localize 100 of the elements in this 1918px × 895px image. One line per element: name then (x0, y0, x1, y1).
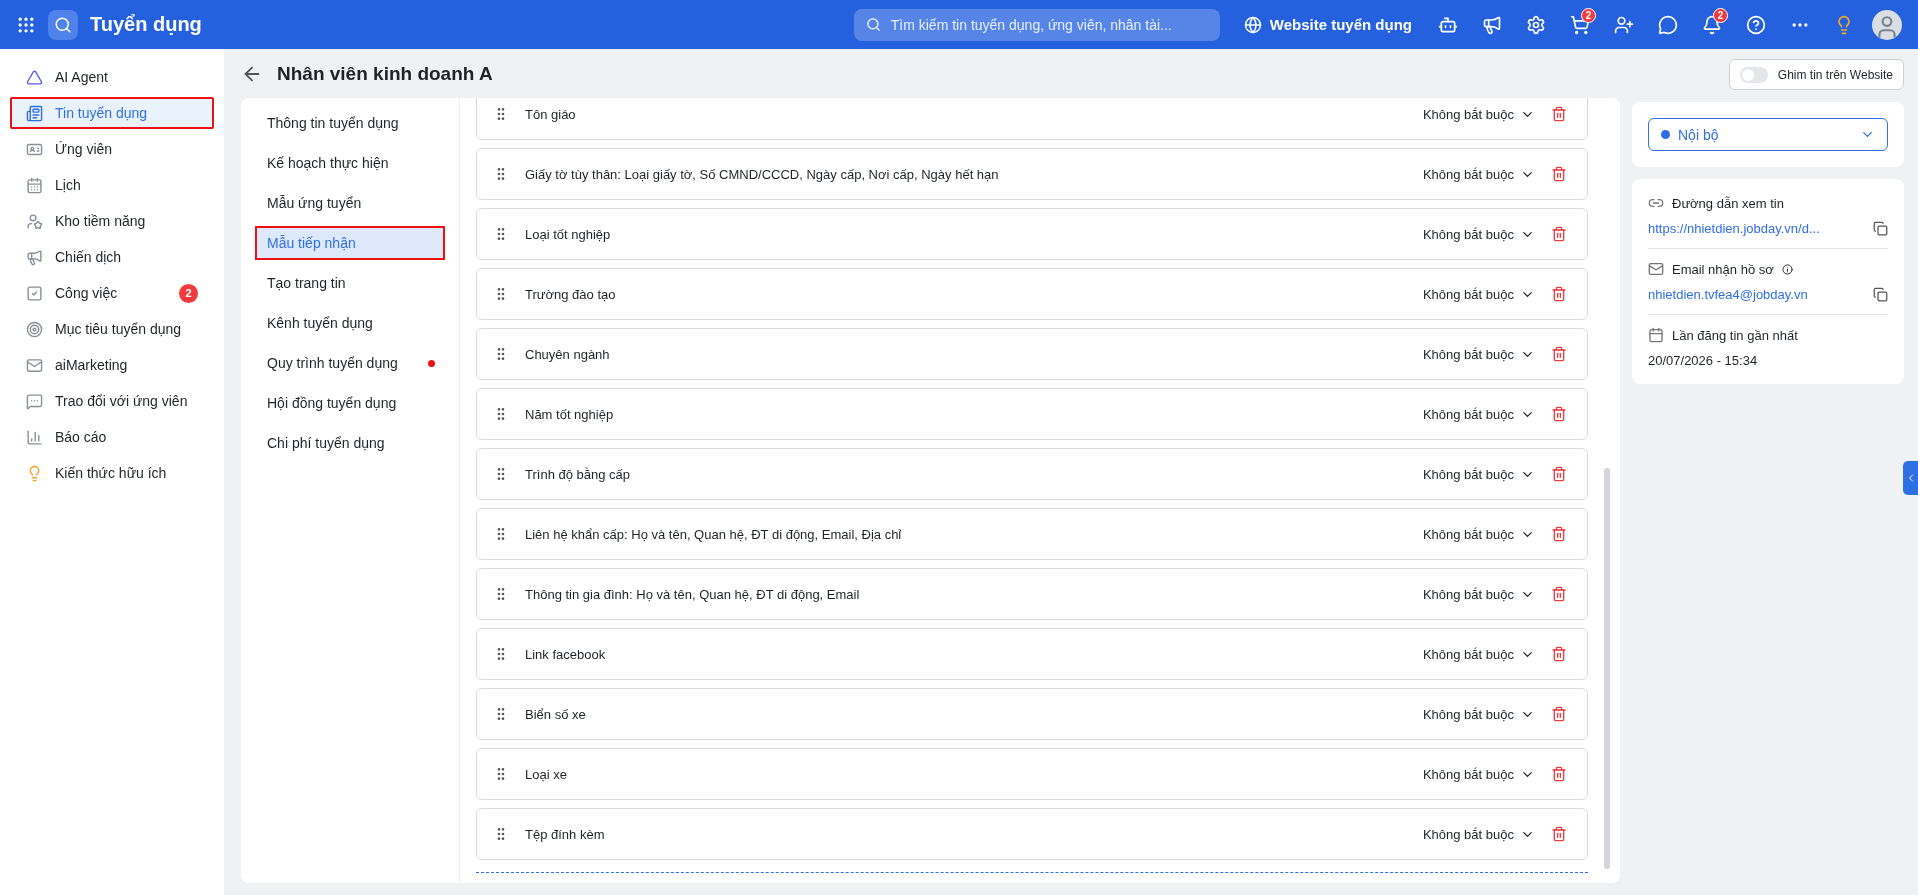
info-label: Lần đăng tin gần nhất (1672, 327, 1798, 343)
field-label: Năm tốt nghiệp (525, 406, 614, 422)
status-dropdown[interactable]: Nội bộ (1648, 118, 1888, 151)
megaphone-icon (26, 248, 43, 266)
requirement-dropdown[interactable]: Không bắt buộc (1422, 646, 1535, 662)
info-icon[interactable] (1781, 263, 1793, 275)
sidebar-item[interactable]: Lịch (10, 169, 214, 201)
requirement-dropdown[interactable]: Không bắt buộc (1422, 226, 1535, 242)
requirement-dropdown[interactable]: Không bắt buộc (1422, 286, 1535, 302)
triangle-logo-icon (26, 68, 43, 86)
field-label: Chuyên ngành (525, 346, 610, 362)
email-link[interactable]: nhietdien.tvfea4@jobday.vn (1648, 287, 1808, 302)
delete-icon[interactable] (1551, 826, 1567, 842)
calendar-icon (1648, 327, 1664, 343)
search-field[interactable]: Tìm kiếm tin tuyển dụng, ứng viên, nhân tài... (853, 8, 1220, 41)
sidebar-item[interactable]: Ứng viên (10, 133, 214, 165)
delete-icon[interactable] (1551, 226, 1567, 242)
sidebar-item[interactable]: Báo cáo (10, 421, 214, 453)
info-label: Email nhận hồ sơ (1672, 261, 1774, 277)
copy-icon[interactable] (1873, 221, 1888, 236)
section-tab[interactable]: Kế hoạch thực hiện (255, 146, 445, 180)
requirement-dropdown[interactable]: Không bắt buộc (1422, 706, 1535, 722)
field-label: Loại tốt nghiệp (525, 226, 611, 242)
delete-icon[interactable] (1551, 706, 1567, 722)
megaphone-icon[interactable] (1482, 14, 1502, 35)
search-icon (54, 15, 72, 34)
sidebar-item[interactable]: Kiến thức hữu ích (10, 457, 214, 489)
delete-icon[interactable] (1551, 646, 1567, 662)
delete-icon[interactable] (1551, 166, 1567, 182)
section-tab[interactable]: Mẫu tiếp nhận (255, 226, 445, 260)
count-badge: 2 (179, 283, 198, 303)
page-title: Nhân viên kinh doanh A (277, 62, 493, 85)
sidebar-item[interactable]: AI Agent (10, 61, 214, 93)
delete-icon[interactable] (1551, 106, 1567, 122)
requirement-dropdown[interactable]: Không bắt buộc (1422, 166, 1535, 182)
requirement-dropdown[interactable]: Không bắt buộc (1422, 466, 1535, 482)
mail-icon (26, 356, 43, 374)
pin-toggle[interactable]: Ghim tin trên Website (1728, 59, 1904, 90)
toggle-switch[interactable] (1739, 66, 1768, 83)
field-label: Trường đào tạo (525, 286, 616, 302)
delete-icon[interactable] (1551, 526, 1567, 542)
user-avatar[interactable] (1872, 9, 1902, 40)
document-icon (26, 104, 43, 122)
user-star-icon (26, 212, 43, 230)
website-link[interactable]: Website tuyển dụng (1243, 15, 1412, 34)
delete-icon[interactable] (1551, 466, 1567, 482)
section-tab[interactable]: Mẫu ứng tuyển (255, 186, 445, 220)
notification-badge: 2 (1713, 7, 1728, 23)
chart-icon (26, 428, 43, 446)
requirement-dropdown[interactable]: Không bắt buộc (1422, 766, 1535, 782)
field-label: Trình độ bằng cấp (525, 466, 631, 482)
globe-icon (1243, 15, 1262, 34)
field-label: Loại xe (525, 766, 567, 782)
mail-icon (1648, 261, 1664, 277)
section-tab[interactable]: Hội đồng tuyển dụng (255, 386, 445, 420)
field-label: Liên hệ khẩn cấp: Họ và tên, Quan hệ, ĐT di động, Email, Địa chỉ (525, 526, 902, 542)
target-icon (26, 320, 43, 338)
delete-icon[interactable] (1551, 406, 1567, 422)
help-icon[interactable] (1746, 14, 1766, 35)
sidebar-item[interactable]: Công việc 2 (10, 277, 214, 309)
field-label: Tệp đính kèm (525, 826, 605, 842)
requirement-dropdown[interactable]: Không bắt buộc (1422, 106, 1535, 122)
message-icon (26, 392, 43, 410)
notification-badge: 2 (1581, 7, 1596, 23)
section-tab[interactable]: Chi phí tuyển dụng (255, 426, 445, 460)
field-label: Thông tin gia đình: Họ và tên, Quan hệ, ĐT di động, Email (525, 586, 860, 602)
chat-icon[interactable] (1658, 14, 1678, 35)
sidebar-item[interactable]: Kho tiềm năng (10, 205, 214, 237)
settings-icon[interactable] (1526, 14, 1546, 35)
search-icon (865, 17, 881, 32)
section-tab[interactable]: Quy trình tuyển dụng (255, 346, 445, 380)
requirement-dropdown[interactable]: Không bắt buộc (1422, 346, 1535, 362)
field-label: Tôn giáo (525, 106, 576, 122)
section-tab[interactable]: Kênh tuyển dụng (255, 306, 445, 340)
checkbox-icon (26, 284, 43, 302)
delete-icon[interactable] (1551, 586, 1567, 602)
requirement-dropdown[interactable]: Không bắt buộc (1422, 526, 1535, 542)
sidebar-item[interactable]: Chiến dịch (10, 241, 214, 273)
field-label: Giấy tờ tùy thân: Loại giấy tờ, Số CMND/CCCD, Ngày cấp, Nơi cấp, Ngày hết hạn (525, 166, 999, 182)
requirement-dropdown[interactable]: Không bắt buộc (1422, 826, 1535, 842)
sidebar-item[interactable]: aiMarketing (10, 349, 214, 381)
last-post-date: 20/07/2026 - 15:34 (1648, 353, 1759, 368)
post-link[interactable]: https://nhietdien.jobday.vn/d... (1648, 221, 1820, 236)
calendar-icon (26, 176, 43, 194)
add-user-icon[interactable] (1614, 14, 1634, 35)
section-tab[interactable]: Tạo trang tin (255, 266, 445, 300)
delete-icon[interactable] (1551, 286, 1567, 302)
sidebar-item[interactable]: Trao đổi với ứng viên (10, 385, 214, 417)
requirement-dropdown[interactable]: Không bắt buộc (1422, 406, 1535, 422)
info-label: Đường dẫn xem tin (1672, 195, 1784, 211)
field-label: Link facebook (525, 646, 606, 662)
sidebar-item[interactable]: Mục tiêu tuyển dụng (10, 313, 214, 345)
app-title: Tuyển dụng (90, 13, 202, 36)
delete-icon[interactable] (1551, 766, 1567, 782)
section-tab[interactable]: Thông tin tuyển dụng (255, 106, 445, 140)
sidebar-item[interactable]: Tin tuyển dụng (10, 97, 214, 129)
copy-icon[interactable] (1873, 287, 1888, 302)
requirement-dropdown[interactable]: Không bắt buộc (1422, 586, 1535, 602)
field-label: Biển số xe (525, 706, 586, 722)
delete-icon[interactable] (1551, 346, 1567, 362)
